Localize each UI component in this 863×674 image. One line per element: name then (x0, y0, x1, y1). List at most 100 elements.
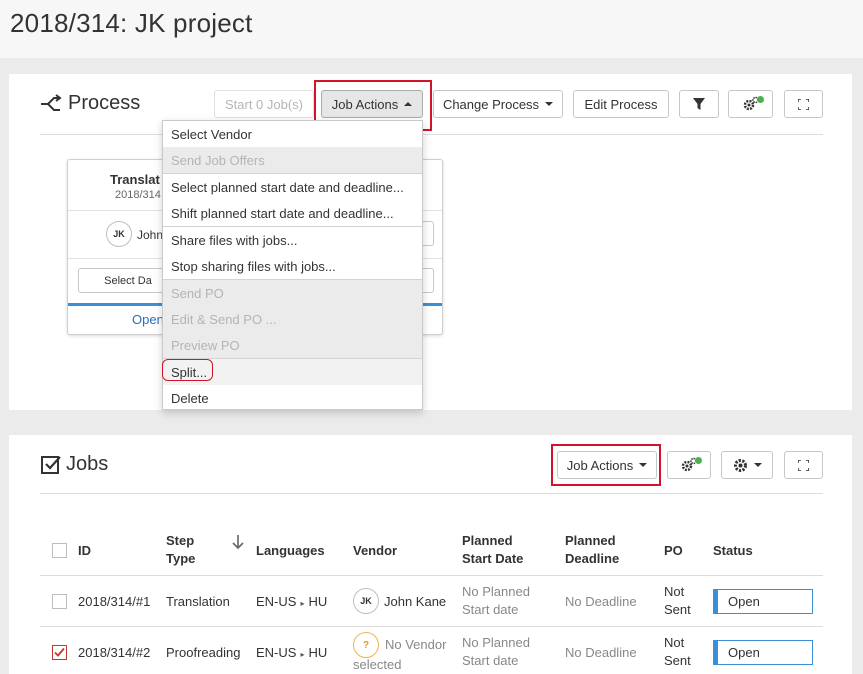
caret-down-icon (753, 463, 762, 467)
job-step-type: Translation (166, 594, 230, 609)
status-badge[interactable]: Open (713, 589, 813, 614)
header-line: Deadline (565, 551, 620, 566)
header-line: Step (166, 533, 195, 548)
card-vendor-name[interactable]: John (137, 226, 163, 244)
process-settings-button[interactable] (728, 90, 773, 118)
jobs-panel: Jobs Job Actions ID Step Type Languages … (9, 435, 852, 674)
source-language: EN-US (256, 594, 297, 609)
job-vendor[interactable]: No Vendor (385, 636, 446, 654)
start-jobs-button[interactable]: Start 0 Job(s) (214, 90, 314, 118)
job-vendor-line2: selected (353, 657, 402, 672)
filter-icon (693, 97, 705, 110)
menu-item-select-dates[interactable]: Select planned start date and deadline..… (163, 174, 422, 200)
checkbox-checked-icon (40, 454, 62, 476)
process-panel: Process Start 0 Job(s) Job Actions Chang… (9, 74, 852, 410)
card-title: Translat (110, 172, 160, 187)
target-language: HU (308, 645, 328, 660)
card-field-edge (422, 268, 434, 293)
jobs-panel-title: Jobs (40, 453, 108, 476)
avatar: JK (353, 588, 379, 614)
job-planned-start: No Planned Start date (462, 583, 530, 619)
cell-line: Sent (664, 602, 691, 617)
column-header-po[interactable]: PO (664, 542, 683, 560)
target-language: HU (308, 594, 328, 609)
row-checkbox[interactable] (52, 594, 67, 609)
menu-item-preview-po[interactable]: Preview PO (163, 332, 422, 358)
page-header: 2018/314: JK project (0, 0, 863, 58)
source-language: EN-US (256, 645, 297, 660)
caret-down-icon (545, 102, 554, 106)
job-id[interactable]: 2018/314/#2 (78, 644, 150, 662)
expand-button[interactable] (784, 90, 823, 118)
row-divider (40, 626, 823, 627)
header-line: Type (166, 551, 196, 566)
cell-line: Sent (664, 653, 691, 668)
menu-item-edit-send-po[interactable]: Edit & Send PO ... (163, 306, 422, 332)
row-checkbox-checked[interactable] (52, 645, 67, 660)
menu-item-send-po[interactable]: Send PO (163, 280, 422, 306)
divider (40, 134, 823, 135)
menu-item-select-vendor[interactable]: Select Vendor (163, 121, 422, 147)
jobs-expand-button[interactable] (784, 451, 823, 479)
menu-item-delete[interactable]: Delete (163, 385, 422, 411)
process-icon (40, 93, 62, 115)
select-all-checkbox[interactable] (52, 543, 67, 558)
column-header-step-type[interactable]: Step Type (166, 532, 195, 568)
header-line: Planned (565, 533, 616, 548)
header-line: Start Date (462, 551, 524, 566)
column-header-planned-deadline[interactable]: Planned Deadline (565, 532, 619, 568)
menu-item-share-files[interactable]: Share files with jobs... (163, 227, 422, 253)
cell-line: No Planned (462, 635, 530, 650)
status-badge[interactable]: Open (713, 640, 813, 665)
gear-icon (733, 458, 747, 472)
filter-button[interactable] (679, 90, 719, 118)
job-languages: EN-US ▸ HU (256, 644, 327, 664)
cell-line: No Planned (462, 584, 530, 599)
job-po: Not Sent (664, 583, 691, 619)
arrow-right-icon: ▸ (300, 599, 305, 608)
divider (40, 493, 823, 494)
column-header-id[interactable]: ID (78, 542, 91, 560)
job-step-type: Proofreading (166, 645, 241, 660)
highlight-box (551, 444, 661, 486)
page-title: 2018/314: JK project (10, 8, 253, 38)
cell-line: Start date (462, 653, 519, 668)
avatar: JK (106, 221, 132, 247)
menu-item-shift-dates[interactable]: Shift planned start date and deadline... (163, 200, 422, 226)
job-vendor[interactable]: John Kane (384, 593, 446, 611)
card-subtitle: 2018/314 (115, 189, 161, 201)
card-status-link[interactable]: Open (132, 312, 164, 327)
jobs-title-text: Jobs (66, 453, 109, 475)
status-dot (695, 457, 702, 464)
jobs-automation-button[interactable] (667, 451, 711, 479)
job-planned-deadline: No Deadline (565, 594, 637, 609)
expand-icon (798, 459, 809, 471)
no-vendor-icon: ? (353, 632, 379, 658)
menu-item-send-job-offers[interactable]: Send Job Offers (163, 147, 422, 173)
change-process-label: Change Process (442, 96, 540, 112)
arrow-right-icon: ▸ (300, 650, 305, 659)
column-header-languages[interactable]: Languages (256, 542, 325, 560)
column-header-status[interactable]: Status (713, 542, 753, 560)
column-header-vendor[interactable]: Vendor (353, 542, 397, 560)
job-id[interactable]: 2018/314/#1 (78, 593, 150, 611)
job-po: Not Sent (664, 634, 691, 670)
change-process-button[interactable]: Change Process (433, 90, 563, 118)
jobs-settings-button[interactable] (721, 451, 773, 479)
header-line: Planned (462, 533, 513, 548)
menu-item-stop-sharing[interactable]: Stop sharing files with jobs... (163, 253, 422, 279)
process-panel-title: Process (40, 92, 140, 115)
job-planned-deadline: No Deadline (565, 645, 637, 660)
sort-down-icon[interactable] (232, 534, 244, 550)
expand-icon (798, 98, 809, 110)
checkmark-icon (54, 647, 65, 657)
row-divider (40, 575, 823, 576)
status-dot (757, 96, 764, 103)
column-header-planned-start[interactable]: Planned Start Date (462, 532, 523, 568)
process-title-text: Process (68, 92, 141, 114)
card-field-edge (422, 221, 434, 246)
highlight-split (162, 359, 213, 381)
job-languages: EN-US ▸ HU (256, 593, 327, 613)
cell-line: Not (664, 584, 685, 599)
edit-process-button[interactable]: Edit Process (573, 90, 669, 118)
